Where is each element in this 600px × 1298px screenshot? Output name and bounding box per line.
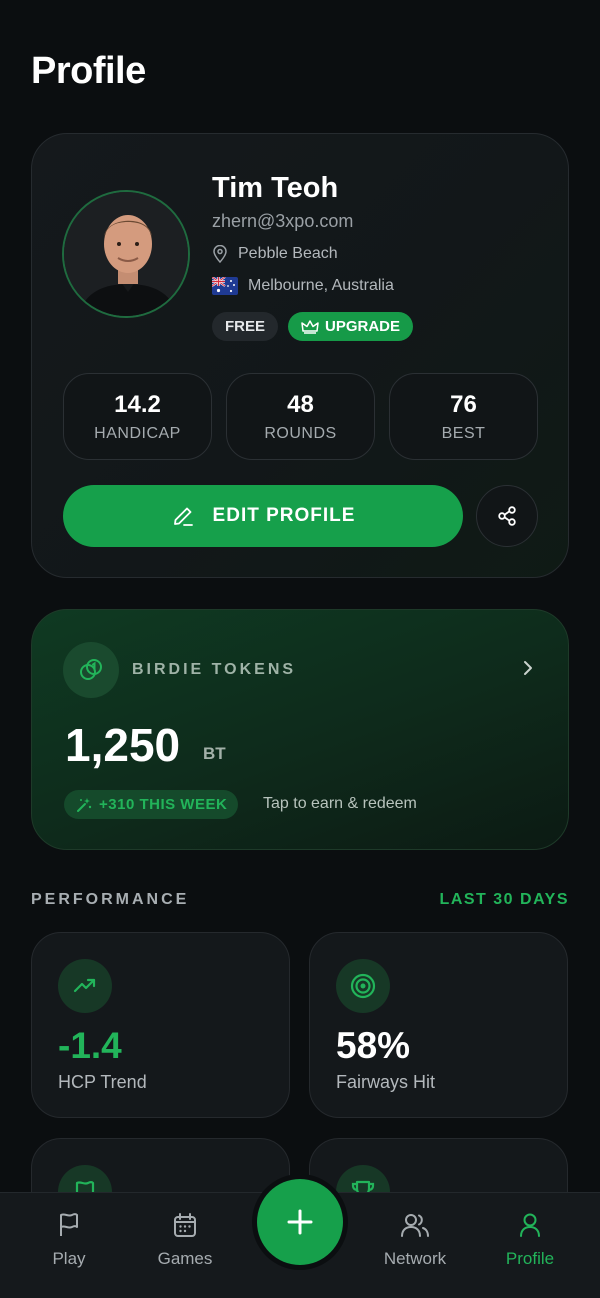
stat-handicap[interactable]: 14.2 HANDICAP [63,373,212,460]
perf-icon [58,959,112,1013]
fairways-hit-card[interactable]: 58% Fairways Hit [309,932,568,1118]
edit-profile-button[interactable]: EDIT PROFILE [63,485,463,547]
flag-icon [60,1213,78,1236]
sparkles-icon [77,797,92,812]
nav-label: Profile [505,1249,555,1268]
stat-label: HANDICAP [94,424,181,442]
stat-value: 76 [450,390,477,418]
avatar[interactable] [62,190,190,318]
trending-up-icon [73,978,96,993]
home-course: Pebble Beach [238,245,338,262]
home-course-row: Pebble Beach [212,245,338,263]
token-icon-wrap [63,642,119,698]
profile-email: zhern@3xpo.com [212,211,354,231]
stat-rounds[interactable]: 48 ROUNDS [226,373,375,460]
performance-range[interactable]: LAST 30 DAYS [440,891,569,909]
tokens-amount: 1,250 [65,719,181,771]
avatar-photo [64,192,188,316]
weekly-gain-badge: +310 THIS WEEK [64,790,239,819]
location: Melbourne, Australia [248,277,394,294]
nav-network[interactable]: Network [365,1211,465,1269]
perf-label: HCP Trend [58,1072,147,1092]
nav-label: Games [157,1249,213,1268]
upgrade-button[interactable]: UPGRADE [288,312,414,341]
crown-icon [301,319,319,334]
add-button-ring [252,1174,348,1270]
nav-play[interactable]: Play [19,1211,119,1269]
page-title: Profile [31,50,146,92]
location-pin-icon [213,245,227,263]
edit-profile-label: EDIT PROFILE [212,505,356,526]
chevron-right-icon [524,661,532,675]
nav-games[interactable]: Games [135,1211,235,1269]
profile-card: Tim Teoh zhern@3xpo.com Pebble Beach Mel… [31,133,569,578]
user-icon [520,1213,540,1237]
plan-badge: FREE [212,312,279,341]
calendar-icon [174,1213,196,1237]
users-icon [401,1214,429,1237]
performance-title: PERFORMANCE [31,891,190,908]
target-icon [350,973,376,999]
share-icon [498,506,516,526]
perf-value: 58% [336,1025,411,1066]
plus-icon [287,1209,313,1235]
profile-name: Tim Teoh [212,172,339,204]
upgrade-label: UPGRADE [325,318,401,335]
share-button[interactable] [476,485,538,547]
nav-profile[interactable]: Profile [480,1211,580,1269]
perf-icon [336,959,390,1013]
weekly-gain: +310 THIS WEEK [99,796,228,813]
stat-value: 48 [287,390,314,418]
australia-flag-icon [212,277,238,295]
location-row: Melbourne, Australia [212,277,394,295]
stat-label: BEST [441,424,486,442]
pencil-icon [173,507,193,526]
coins-icon [80,659,102,680]
stat-best[interactable]: 76 BEST [389,373,538,460]
nav-label: Play [52,1249,86,1268]
perf-value: -1.4 [58,1025,122,1066]
perf-label: Fairways Hit [336,1072,436,1092]
nav-label: Network [383,1249,447,1268]
tokens-label: BIRDIE TOKENS [132,661,297,678]
tokens-unit: BT [203,744,226,763]
tokens-cta: Tap to earn & redeem [263,795,417,812]
stats-row: 14.2 HANDICAP 48 ROUNDS 76 BEST [63,373,538,460]
stat-label: ROUNDS [264,424,337,442]
hcp-trend-card[interactable]: -1.4 HCP Trend [31,932,290,1118]
badges: FREE UPGRADE [212,312,414,341]
birdie-tokens-card[interactable]: BIRDIE TOKENS 1,250 BT +310 THIS WEEK Ta… [31,609,569,850]
stat-value: 14.2 [114,390,161,418]
add-button[interactable] [257,1179,343,1265]
